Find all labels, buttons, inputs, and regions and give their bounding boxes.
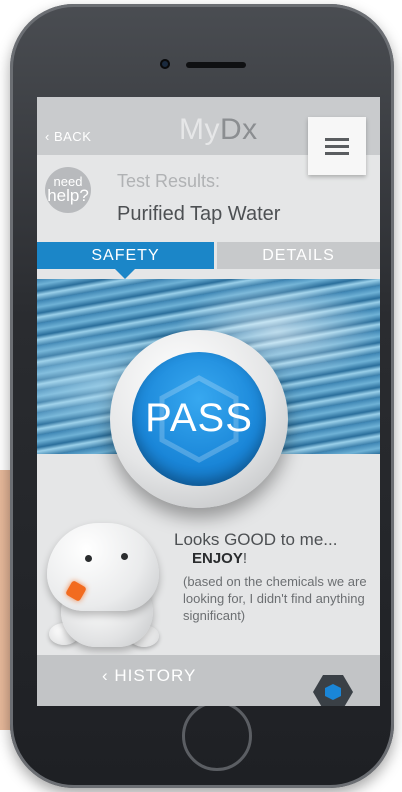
home-button[interactable] bbox=[182, 701, 252, 771]
result-label: Test Results: bbox=[117, 171, 221, 191]
logo-suffix: Dx bbox=[220, 113, 258, 146]
hamburger-icon bbox=[325, 138, 349, 141]
enjoy-word: ENJOY bbox=[192, 550, 243, 567]
pass-badge: PASS bbox=[110, 330, 288, 508]
robot-mascot bbox=[47, 523, 159, 611]
help-button[interactable]: need help? bbox=[45, 167, 91, 213]
hex-logo-button[interactable] bbox=[313, 675, 353, 706]
logo-prefix: My bbox=[179, 113, 220, 146]
history-button[interactable]: ‹ HISTORY bbox=[102, 666, 196, 686]
history-label: HISTORY bbox=[114, 666, 197, 685]
message-note: (based on the chemicals we are looking f… bbox=[183, 574, 367, 623]
hexagon-icon bbox=[325, 684, 341, 700]
speaker-grille bbox=[186, 62, 246, 68]
message-headline: Looks GOOD to me... bbox=[174, 530, 338, 549]
back-button[interactable]: ‹ BACK bbox=[45, 129, 91, 144]
message-enjoy: ENJOY! bbox=[192, 550, 247, 567]
camera-icon bbox=[160, 59, 170, 69]
result-value: Purified Tap Water bbox=[117, 203, 281, 225]
tab-details[interactable]: DETAILS bbox=[217, 242, 380, 269]
chevron-left-icon: ‹ bbox=[102, 666, 115, 685]
app-logo: MyDx bbox=[179, 113, 258, 147]
pass-text: PASS bbox=[145, 396, 253, 440]
app-screen: ‹ BACK MyDx need help? Test Results: Pur… bbox=[37, 97, 380, 706]
menu-button[interactable] bbox=[308, 117, 366, 175]
robot-eye-left bbox=[85, 555, 92, 562]
tab-safety[interactable]: SAFETY bbox=[37, 242, 214, 279]
back-label: BACK bbox=[53, 129, 92, 144]
enjoy-exclaim: ! bbox=[242, 550, 248, 567]
robot-eye-right bbox=[121, 553, 128, 560]
pass-badge-inner: PASS bbox=[132, 352, 266, 486]
help-line2: help? bbox=[47, 186, 89, 205]
history-bar[interactable]: ‹ HISTORY bbox=[37, 655, 380, 706]
chevron-left-icon: ‹ bbox=[45, 129, 50, 144]
